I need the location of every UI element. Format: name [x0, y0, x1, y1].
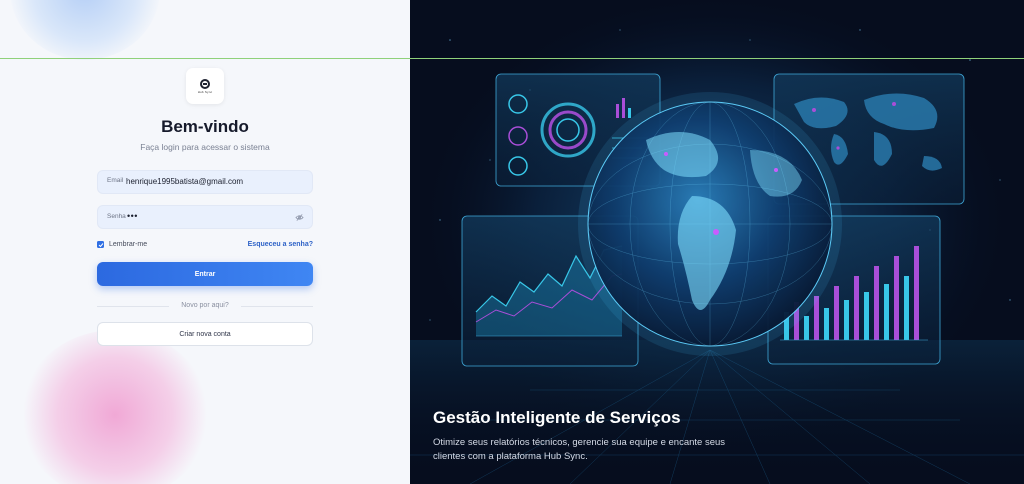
remember-checkbox[interactable] [97, 241, 104, 248]
divider: Novo por aqui? [97, 302, 313, 310]
app-logo: Hub Sync [186, 68, 224, 104]
check-icon [98, 242, 103, 247]
remember-label: Lembrar-me [109, 241, 148, 248]
login-panel: Hub Sync Bem-vindo Faça login para acess… [0, 0, 410, 484]
eye-off-icon[interactable] [295, 213, 304, 222]
email-label: Email [107, 177, 124, 184]
email-value: henrique1995batista@gmail.com [126, 177, 244, 186]
logo-caption: Hub Sync [197, 89, 213, 94]
email-field[interactable]: Email henrique1995batista@gmail.com [97, 170, 313, 194]
password-field[interactable]: Senha ••• [97, 205, 313, 229]
hero-description: Otimize seus relatórios técnicos, gerenc… [433, 437, 726, 462]
password-value: ••• [127, 211, 138, 221]
hub-sync-logo-icon [200, 78, 210, 89]
login-button[interactable]: Entrar [97, 262, 313, 286]
hero-title: Gestão Inteligente de Serviços [433, 408, 681, 427]
decorative-blob-pink [20, 330, 210, 484]
guide-line [0, 58, 1024, 59]
create-account-button[interactable]: Criar nova conta [97, 322, 313, 346]
hero-panel: Gestão Inteligente de Serviços Otimize s… [410, 0, 1024, 484]
remember-me[interactable]: Lembrar-me [97, 241, 147, 248]
password-label: Senha [107, 213, 126, 220]
decorative-blob-blue [10, 0, 160, 60]
page-subtitle: Faça login para acessar o sistema [140, 142, 270, 152]
page-title: Bem-vindo [161, 117, 249, 136]
divider-line [241, 306, 313, 307]
forgot-password-link[interactable]: Esqueceu a senha? [248, 241, 313, 248]
